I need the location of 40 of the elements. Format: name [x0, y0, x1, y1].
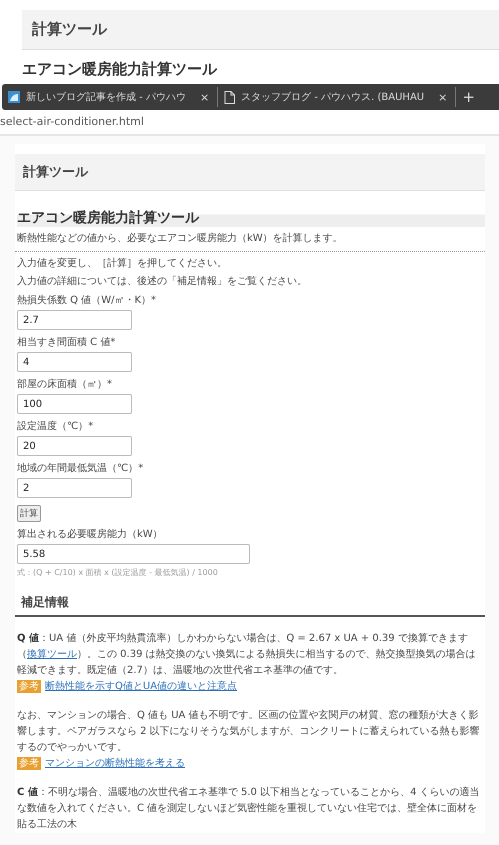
result-label: 算出される必要暖房能力（kW） — [17, 528, 164, 541]
reference-link[interactable]: 断熱性能を示すQ値とUA値の違いと注意点 — [45, 679, 238, 694]
app-icon — [8, 91, 20, 103]
page-heading: エアコン暖房能力計算ツール — [22, 60, 217, 79]
input-field[interactable]: 20 — [17, 436, 132, 456]
paragraph: なお、マンションの場合、Q 値も UA 値も不明です。区画の位置や玄関戸の材質、窓の種類が大きく影響します。ペアガラスなら 2 以下になりそうな気がしますが、コンクリートに蓄えられている熱も影響するのでやっかいです。 — [17, 710, 480, 753]
field-label: 熱損失係数 Q 値（W/㎡・K）* — [17, 294, 158, 307]
tab-title: スタッフブログ - パウハウス. (BAUHAU — [241, 90, 424, 104]
browser-tab[interactable]: スタッフブログ - パウハウス. (BAUHAU × — [224, 87, 456, 107]
result-field[interactable]: 5.58 — [17, 544, 250, 564]
section-heading: 補足情報 — [15, 594, 485, 617]
field-label: 部屋の床面積（㎡）* — [17, 378, 113, 391]
paragraph: Q 値：UA 値（外皮平均熱貫流率）しかわからない場合は、Q = 2.67 x UA + 0.39 で換算できます（換算ツール）。この 0.39 は熱交換のない換気による熱損失に相当するので、熱交換型換気の場合は軽減できます。既定値（2.7）は、温暖地の次世代省エネ基準の値です。 — [17, 633, 476, 676]
formula-text: 式：(Q + C/10) x 面積 x (設定温度 - 最低気温) / 1000 — [17, 567, 219, 578]
input-field[interactable]: 4 — [17, 352, 132, 372]
close-button[interactable]: × — [200, 90, 210, 104]
field-label: 設定温度（℃）* — [17, 420, 94, 433]
tab-title: 新しいブログ記事を作成 - パウハウ — [26, 90, 186, 104]
calculate-button[interactable]: 計算 — [17, 505, 41, 522]
input-field[interactable]: 2.7 — [17, 310, 132, 330]
section-header: 計算ツール — [15, 154, 485, 191]
paragraph: C 値：不明な場合、温暖地の次世代省エネ基準で 5.0 以下相当となっていることから、4 くらいの適当な数値を入れてください。C 値を測定しないほど気密性能を重視していない住宅では、壁全体に面材を貼る工法の木 — [17, 787, 480, 830]
reference-link[interactable]: マンションの断熱性能を考える — [45, 756, 185, 771]
document-icon — [224, 90, 236, 104]
input-field[interactable]: 2 — [17, 478, 132, 498]
input-field[interactable]: 100 — [17, 394, 132, 414]
close-button[interactable]: × — [438, 90, 448, 104]
reference-badge: 参考 — [17, 680, 41, 693]
instruction-text: 入力値を変更し、［計算］を押してください。 — [17, 256, 228, 270]
reference-badge: 参考 — [17, 757, 41, 770]
tool-title: エアコン暖房能力計算ツール — [17, 209, 485, 227]
browser-tab[interactable]: 新しいブログ記事を作成 - パウハウ × — [8, 87, 218, 107]
instruction-text: 入力値の詳細については、後述の「補足情報」をご覧ください。 — [17, 274, 308, 288]
description-text: 断熱性能などの値から、必要なエアコン暖房能力（kW）を計算します。 — [17, 232, 344, 245]
new-tab-button[interactable]: + — [462, 90, 475, 104]
field-label: 地域の年間最低気温（℃）* — [17, 462, 144, 475]
address-bar[interactable]: select-air-conditioner.html — [0, 110, 499, 136]
link[interactable]: 換算ツール — [27, 649, 77, 660]
field-label: 相当すき間面積 C 値* — [17, 336, 116, 349]
page-header: 計算ツール — [22, 10, 499, 50]
